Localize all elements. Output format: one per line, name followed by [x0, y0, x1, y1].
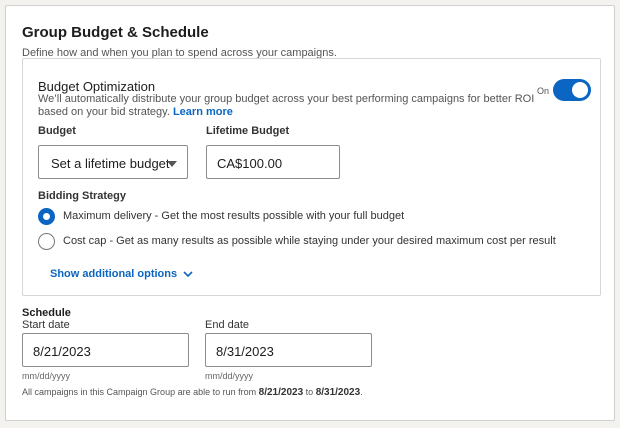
start-date-label: Start date — [22, 319, 70, 331]
lifetime-budget-label: Lifetime Budget — [206, 125, 290, 137]
radio-label: Cost cap - Get as many results as possib… — [63, 235, 556, 247]
schedule-note-start: 8/21/2023 — [258, 387, 304, 398]
schedule-note: All campaigns in this Campaign Group are… — [22, 387, 363, 398]
start-date-input[interactable]: 8/21/2023 — [22, 333, 189, 367]
budget-type-select[interactable]: Set a lifetime budget — [38, 145, 188, 179]
section-title: Group Budget & Schedule — [22, 24, 209, 41]
group-budget-schedule-card: Group Budget & Schedule Define how and w… — [5, 5, 615, 421]
budget-label: Budget — [38, 125, 76, 137]
radio-cost-cap[interactable]: Cost cap - Get as many results as possib… — [38, 232, 556, 250]
show-more-label: Show additional options — [50, 268, 178, 280]
schedule-title: Schedule — [22, 307, 71, 319]
budget-optimization-description: We’ll automatically distribute your grou… — [38, 93, 535, 119]
end-date-label: End date — [205, 319, 250, 331]
end-date-input[interactable]: 8/31/2023 — [205, 333, 372, 367]
lifetime-budget-value: CA$100.00 — [217, 156, 283, 171]
radio-label: Maximum delivery - Get the most results … — [63, 210, 405, 222]
budget-optimization-description-text: We’ll automatically distribute your grou… — [38, 93, 535, 118]
caret-down-icon — [167, 161, 177, 167]
start-date-format-hint: mm/dd/yyyy — [22, 371, 71, 381]
start-date-value: 8/21/2023 — [33, 344, 91, 359]
budget-optimization-toggle[interactable] — [553, 79, 591, 101]
toggle-knob — [572, 82, 588, 98]
learn-more-link[interactable]: Learn more — [173, 106, 233, 118]
bidding-strategy-label: Bidding Strategy — [38, 190, 127, 202]
chevron-down-icon — [183, 271, 193, 277]
schedule-note-prefix: All campaigns in this Campaign Group are… — [22, 387, 257, 397]
schedule-note-end: 8/31/2023 — [315, 387, 361, 398]
budget-optimization-title: Budget Optimization — [38, 79, 156, 94]
schedule-note-mid: to — [305, 387, 314, 397]
lifetime-budget-input[interactable]: CA$100.00 — [206, 145, 340, 179]
toggle-state-label: On — [537, 86, 550, 96]
radio-button-unchecked[interactable] — [38, 232, 55, 250]
radio-button-checked[interactable] — [38, 207, 55, 225]
budget-optimization-panel: Budget Optimization We’ll automatically … — [22, 58, 601, 296]
end-date-format-hint: mm/dd/yyyy — [205, 371, 254, 381]
end-date-value: 8/31/2023 — [216, 344, 274, 359]
schedule-note-suffix: . — [360, 387, 363, 397]
show-additional-options-link[interactable]: Show additional options — [50, 268, 193, 280]
radio-maximum-delivery[interactable]: Maximum delivery - Get the most results … — [38, 207, 404, 225]
budget-type-value: Set a lifetime budget — [51, 156, 170, 171]
